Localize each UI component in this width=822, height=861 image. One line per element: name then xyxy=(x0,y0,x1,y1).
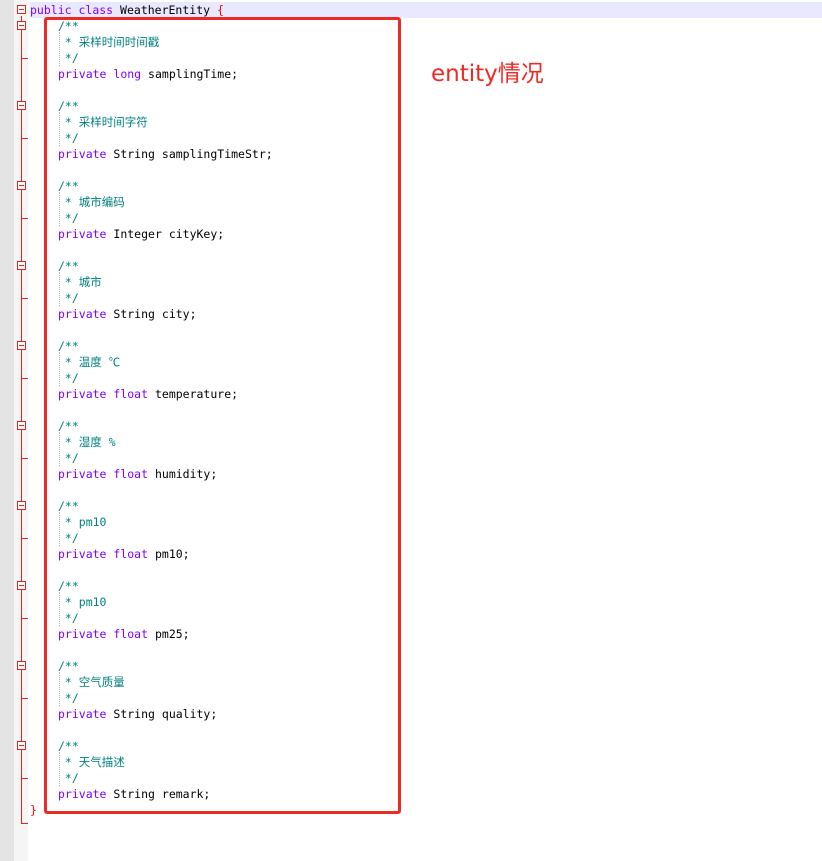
fold-toggle-comment[interactable] xyxy=(17,181,26,190)
fold-toggle-comment[interactable] xyxy=(17,421,26,430)
fold-toggle-comment[interactable] xyxy=(17,101,26,110)
fold-toggle-comment[interactable] xyxy=(17,21,26,30)
indent-guide xyxy=(59,112,60,146)
class-name: WeatherEntity xyxy=(120,3,211,17)
highlight-box xyxy=(44,17,401,814)
fold-end-marker xyxy=(21,58,28,59)
keyword-class: class xyxy=(78,3,114,17)
keyword-public: public xyxy=(30,3,72,17)
line-number-margin xyxy=(0,0,15,861)
fold-end-marker xyxy=(21,138,28,139)
indent-guide xyxy=(59,752,60,786)
indent-guide xyxy=(59,592,60,626)
fold-end-marker xyxy=(21,218,28,219)
fold-end-marker xyxy=(21,618,28,619)
fold-toggle-comment[interactable] xyxy=(17,341,26,350)
fold-end-marker xyxy=(21,698,28,699)
fold-toggle-comment[interactable] xyxy=(17,661,26,670)
fold-toggle-class[interactable] xyxy=(17,5,26,14)
fold-end-marker xyxy=(21,458,28,459)
indent-guide xyxy=(59,192,60,226)
indent-guide xyxy=(59,352,60,386)
indent-guide xyxy=(59,432,60,466)
fold-toggle-comment[interactable] xyxy=(17,501,26,510)
fold-toggle-comment[interactable] xyxy=(17,581,26,590)
fold-toggle-comment[interactable] xyxy=(17,741,26,750)
indent-guide xyxy=(59,32,60,66)
fold-end-marker xyxy=(21,378,28,379)
annotation-label: entity情况 xyxy=(431,61,544,87)
class-declaration-line[interactable]: public class WeatherEntity { xyxy=(30,2,822,18)
indent-guide xyxy=(59,512,60,546)
fold-end-marker xyxy=(21,778,28,779)
indent-guide xyxy=(59,672,60,706)
closing-brace: } xyxy=(30,803,37,817)
fold-end-marker xyxy=(21,298,28,299)
indent-guide xyxy=(59,272,60,306)
fold-end-marker xyxy=(21,823,28,824)
code-editor[interactable]: public class WeatherEntity { /** * 采样时间时… xyxy=(0,0,822,861)
fold-toggle-comment[interactable] xyxy=(17,261,26,270)
open-brace: { xyxy=(217,3,224,17)
fold-end-marker xyxy=(21,538,28,539)
